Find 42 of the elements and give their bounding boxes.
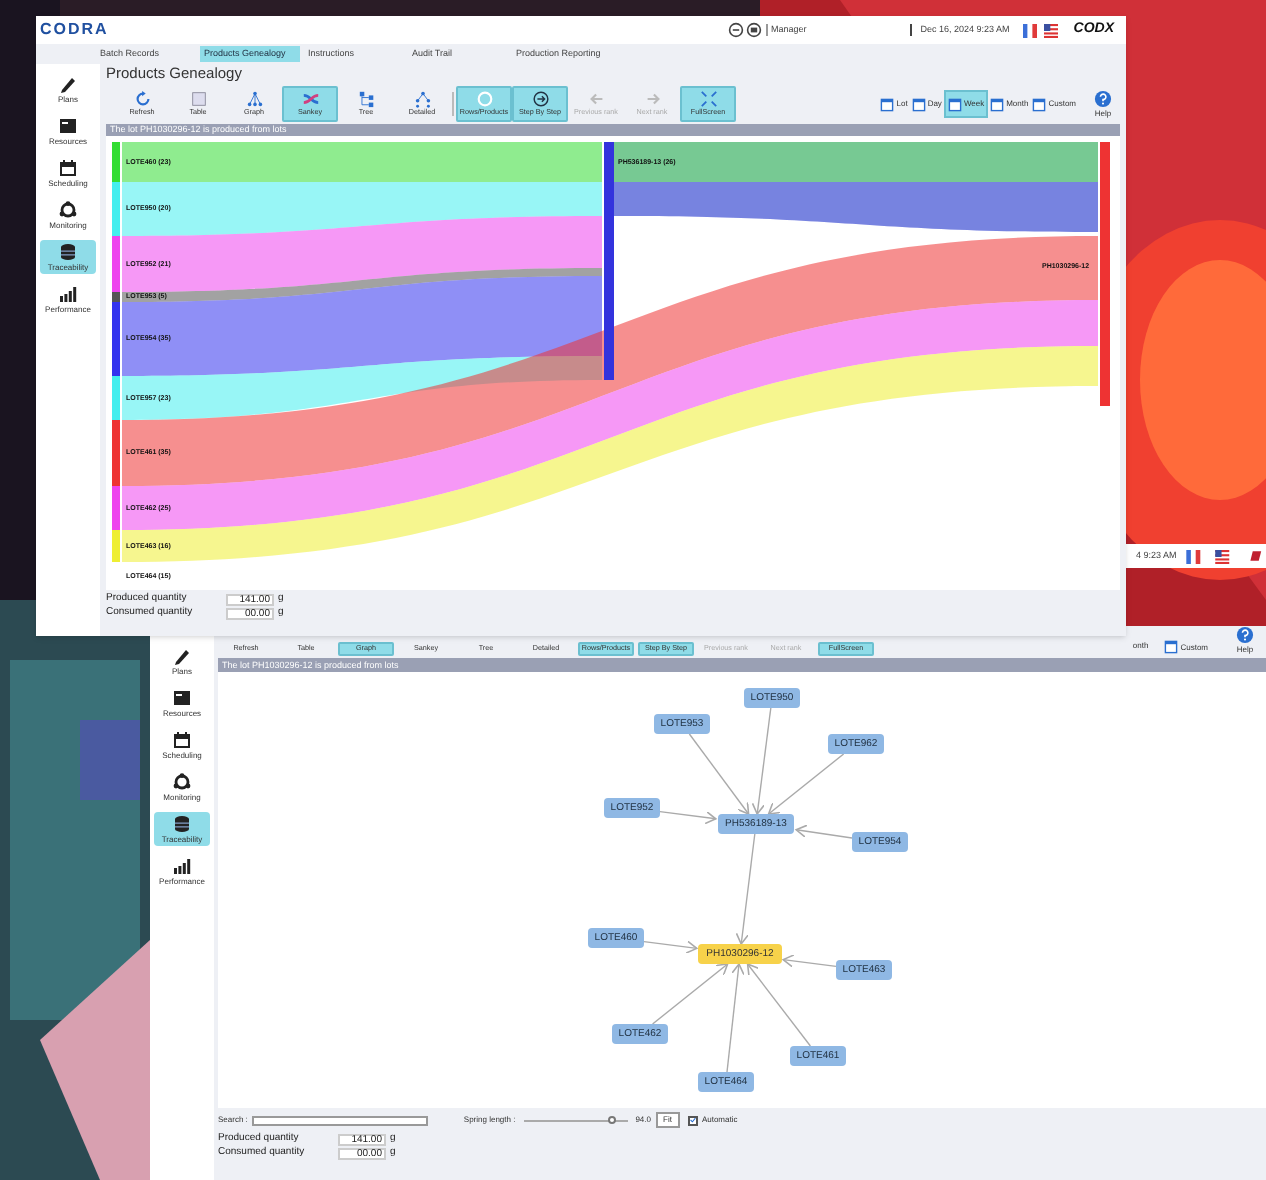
- pencil-icon: [58, 74, 78, 94]
- calendar-icon: [1032, 97, 1047, 111]
- check-icon: [689, 1116, 696, 1124]
- network-icon: [58, 200, 78, 220]
- graph-icon: [413, 90, 431, 108]
- network-icon: [172, 772, 192, 792]
- calendar-icon: [1164, 640, 1179, 654]
- french-flag-icon: [1019, 23, 1040, 37]
- right-arrow-icon: [643, 90, 661, 108]
- database-icon: [172, 814, 192, 834]
- bar-chart-icon: [58, 284, 78, 304]
- cycle-icon: [475, 90, 493, 108]
- calendar-icon: [990, 97, 1005, 111]
- graph-icon: [245, 90, 263, 108]
- screen-icon: [58, 116, 78, 136]
- table-icon: [189, 90, 207, 108]
- edge-arrow: [643, 940, 698, 954]
- expand-icon: [699, 90, 717, 108]
- us-flag-icon: [1039, 23, 1062, 37]
- automatic-checkbox[interactable]: [687, 1115, 698, 1125]
- edge-arrow: [735, 833, 756, 945]
- left-arrow-icon: [587, 90, 605, 108]
- french-flag-icon: [1184, 549, 1204, 563]
- logo: CODRA: [40, 18, 109, 42]
- edge-arrow: [795, 824, 853, 839]
- calendar-icon: [947, 97, 962, 111]
- calendar-icon: [172, 730, 192, 750]
- help-icon: [1236, 626, 1254, 644]
- us-flag-icon: [1211, 549, 1232, 563]
- slider-thumb[interactable]: [607, 1115, 616, 1123]
- help-icon: [1094, 89, 1112, 107]
- database-icon: [58, 242, 78, 262]
- sankey-icon: [301, 90, 319, 108]
- screen-icon: [172, 688, 192, 708]
- search-field[interactable]: [251, 1115, 428, 1125]
- bar-chart-icon: [172, 856, 192, 876]
- refresh-icon: [133, 90, 151, 108]
- calendar-icon: [58, 158, 78, 178]
- tree-icon: [357, 90, 375, 108]
- pencil-icon: [172, 646, 192, 666]
- calendar-icon: [880, 97, 895, 111]
- calendar-icon: [911, 97, 926, 111]
